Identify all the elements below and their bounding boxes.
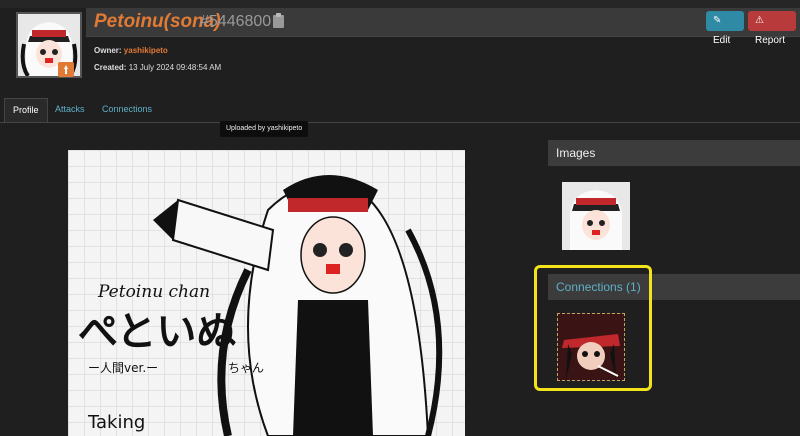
character-id: #5446800 — [200, 13, 272, 30]
report-label: Report — [755, 35, 786, 46]
artwork-text-2: ぺといぬ — [78, 309, 236, 355]
image-thumbnail[interactable] — [562, 182, 630, 250]
tab-attacks[interactable]: Attacks — [47, 98, 93, 121]
images-panel-header: Images — [548, 140, 800, 166]
owner-link[interactable]: yashikipeto — [124, 46, 168, 55]
pencil-icon: ✎ — [713, 15, 722, 26]
edit-button[interactable]: ✎ Edit — [706, 11, 744, 46]
main-artwork[interactable]: Petoinu chan ぺといぬ ちゃん ー人間ver.ー Taking — [68, 150, 465, 436]
tab-connections[interactable]: Connections — [94, 98, 160, 121]
owner-badge-icon — [58, 62, 74, 77]
artwork-text-1: Petoinu chan — [97, 282, 210, 302]
edit-label: Edit — [713, 35, 731, 46]
artwork-text-3: ちゃん — [228, 361, 264, 375]
created-value: 13 July 2024 09:48:54 AM — [128, 63, 222, 72]
tab-profile[interactable]: Profile — [4, 98, 48, 122]
clipboard-icon[interactable] — [272, 12, 285, 29]
owner-label: Owner: — [94, 46, 122, 55]
artwork-text-5: Taking — [87, 412, 145, 433]
profile-tabs: Profile Attacks Connections — [0, 98, 800, 123]
warning-icon: ⚠ — [755, 15, 764, 26]
owner-line: Owner: yashikipeto — [94, 45, 168, 57]
created-label: Created: — [94, 63, 127, 72]
upload-tooltip: Uploaded by yashikipeto — [220, 121, 309, 137]
report-button[interactable]: ⚠ Report — [748, 11, 796, 46]
top-strip — [0, 0, 800, 8]
created-line: Created: 13 July 2024 09:48:54 AM — [94, 62, 221, 74]
connections-highlight-box — [534, 265, 652, 391]
artwork-text-4: ー人間ver.ー — [88, 361, 158, 375]
